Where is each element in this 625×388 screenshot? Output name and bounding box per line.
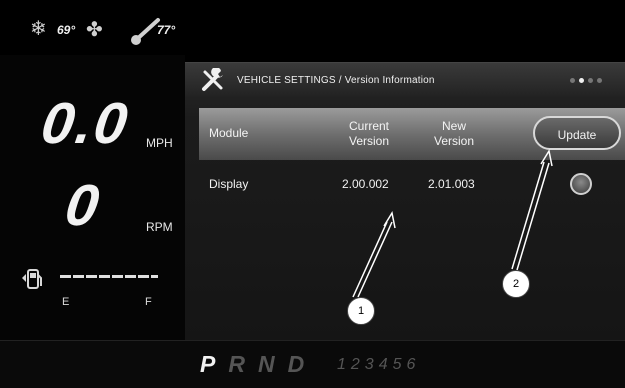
callout-1: 1	[347, 297, 375, 325]
callout-2: 2	[502, 270, 530, 298]
vehicle-display: ❄ 69° ✤ 77° 0.0 MPH 0 RPM E F VEHICLE SE…	[0, 0, 625, 388]
callout-arrows	[352, 148, 553, 298]
